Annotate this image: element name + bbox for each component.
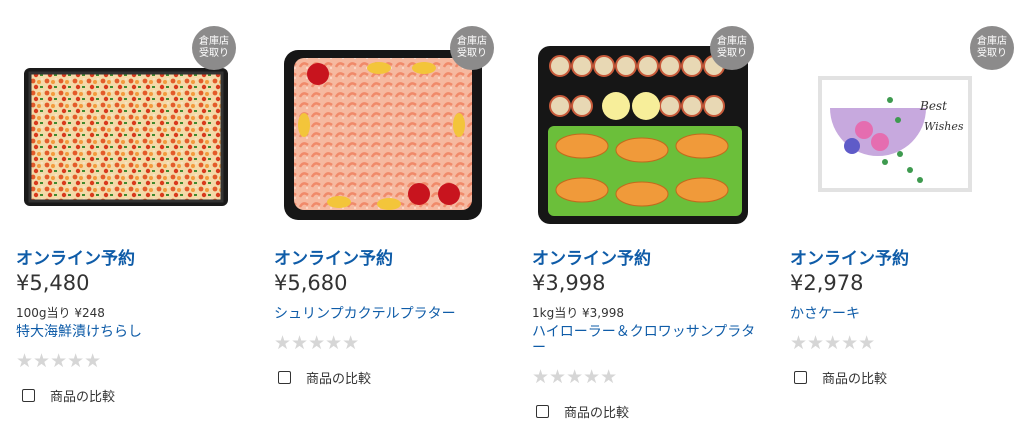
online-reservation-label: オンライン予約	[790, 249, 909, 269]
rating-stars: ★★★★★	[16, 350, 102, 372]
product-name-link[interactable]: かさケーキ	[790, 306, 1015, 322]
badge-line: 受取り	[717, 48, 747, 59]
badge-line: 受取り	[977, 48, 1007, 59]
rating-stars: ★★★★★	[532, 366, 618, 388]
warehouse-pickup-badge: 倉庫店 受取り	[710, 26, 754, 70]
price: ¥3,998	[532, 271, 606, 295]
price: ¥5,480	[16, 271, 90, 295]
product-name-link[interactable]: ハイローラー＆クロワッサンプラター	[532, 324, 757, 356]
checkbox-icon[interactable]	[536, 405, 549, 418]
compare-label: 商品の比較	[822, 372, 888, 387]
compare-checkbox[interactable]: 商品の比較	[22, 386, 115, 405]
cake-text: Wishes	[924, 120, 964, 133]
compare-label: 商品の比較	[564, 406, 630, 421]
badge-line: 倉庫店	[717, 36, 747, 47]
compare-label: 商品の比較	[50, 390, 116, 405]
badge-line: 倉庫店	[199, 36, 229, 47]
unit-price: 1kg当り ¥3,998	[532, 306, 625, 320]
warehouse-pickup-badge: 倉庫店 受取り	[192, 26, 236, 70]
online-reservation-label: オンライン予約	[16, 249, 135, 269]
product-name-link[interactable]: 特大海鮮漬けちらし	[16, 324, 256, 340]
cake-text: Best	[919, 99, 947, 113]
badge-line: 受取り	[457, 48, 487, 59]
rating-stars: ★★★★★	[790, 332, 876, 354]
product-card: 倉庫店 受取り オンライン予約 ¥5,680 シュリンプカクテルプラター ★★★…	[274, 0, 514, 430]
price: ¥5,680	[274, 271, 348, 295]
badge-line: 倉庫店	[977, 36, 1007, 47]
rating-stars: ★★★★★	[274, 332, 360, 354]
online-reservation-label: オンライン予約	[532, 249, 651, 269]
price: ¥2,978	[790, 271, 864, 295]
checkbox-icon[interactable]	[278, 371, 291, 384]
compare-checkbox[interactable]: 商品の比較	[536, 402, 629, 421]
badge-line: 倉庫店	[457, 36, 487, 47]
compare-label: 商品の比較	[306, 372, 372, 387]
compare-checkbox[interactable]: 商品の比較	[794, 368, 887, 387]
product-card: 倉庫店 受取り オンライン予約 ¥5,480 100g当り ¥248 特大海鮮漬…	[16, 0, 256, 430]
product-name-link[interactable]: シュリンプカクテルプラター	[274, 306, 514, 322]
badge-line: 受取り	[199, 48, 229, 59]
warehouse-pickup-badge: 倉庫店 受取り	[450, 26, 494, 70]
checkbox-icon[interactable]	[22, 389, 35, 402]
online-reservation-label: オンライン予約	[274, 249, 393, 269]
unit-price: 100g当り ¥248	[16, 306, 105, 320]
warehouse-pickup-badge: 倉庫店 受取り	[970, 26, 1014, 70]
checkbox-icon[interactable]	[794, 371, 807, 384]
compare-checkbox[interactable]: 商品の比較	[278, 368, 371, 387]
product-card: 倉庫店 受取り オンライン予約 ¥3,998 1kg当り ¥3,998 ハイロー…	[532, 0, 772, 430]
product-card: Best Wishes 倉庫店 受取り オンライン予約 ¥2,978 かさケーキ…	[790, 0, 1024, 430]
